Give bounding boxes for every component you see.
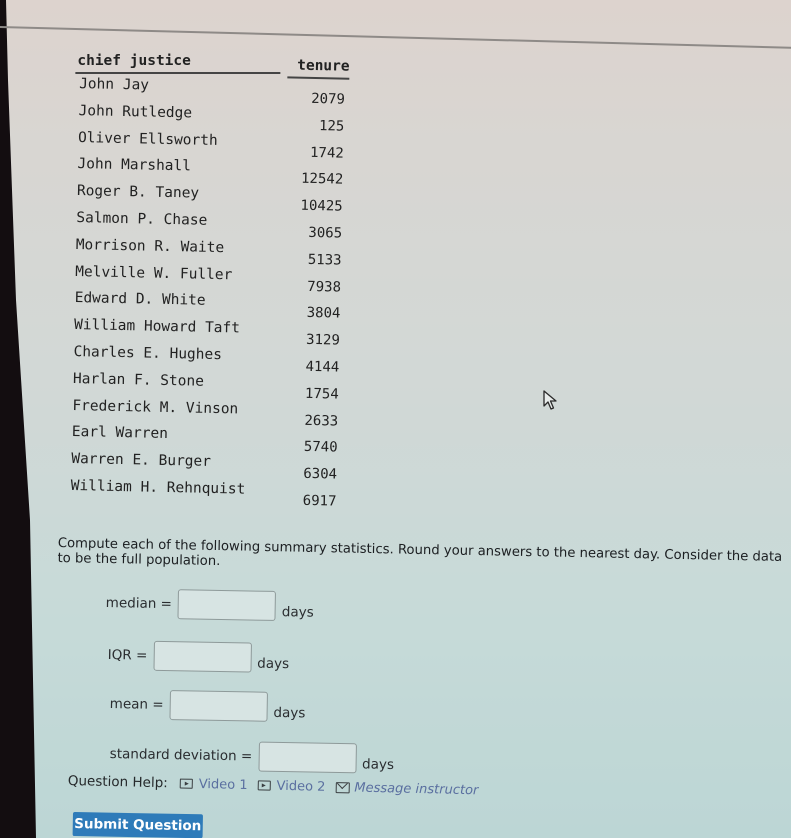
tenure-value: 1754 <box>304 385 339 403</box>
chief-justice-name: Frederick M. Vinson <box>72 397 239 418</box>
tenure-value: 3065 <box>308 224 343 242</box>
iqr-label: IQR = <box>107 646 148 664</box>
mail-icon <box>335 781 350 793</box>
tenure-value: 125 <box>318 117 345 135</box>
median-unit: days <box>281 604 314 621</box>
video-1-label: Video 1 <box>198 776 248 793</box>
tenure-value: 3129 <box>305 332 341 349</box>
instructions-text: Compute each of the following summary st… <box>57 536 783 570</box>
mean-input[interactable] <box>169 690 268 722</box>
video-2-link[interactable]: Video 2 <box>257 778 326 795</box>
video-2-label: Video 2 <box>276 778 326 795</box>
message-instructor-link[interactable]: Message instructor <box>335 780 479 798</box>
chief-justice-table: chief justice tenure John Jay 2079 John Ru… <box>66 44 350 510</box>
table-header: chief justice tenure <box>75 44 350 80</box>
chief-justice-name: William H. Rehnquist <box>70 477 246 498</box>
chief-justice-name: William Howard Taft <box>73 317 241 337</box>
iqr-input[interactable] <box>153 640 252 673</box>
table-row: William H. Rehnquist 6917 <box>66 476 341 510</box>
std-dev-label: standard deviation = <box>109 745 253 765</box>
mean-unit: days <box>273 704 306 722</box>
std-dev-input[interactable] <box>257 741 357 774</box>
chief-justice-name: Harlan F. Stone <box>72 370 205 390</box>
chief-justice-name: Morrison R. Waite <box>75 236 225 256</box>
std-dev-unit: days <box>361 756 395 773</box>
tenure-value: 12542 <box>300 171 344 189</box>
chief-justice-name: Melville W. Fuller <box>75 263 233 283</box>
tenure-value: 10425 <box>300 197 343 215</box>
mouse-cursor-icon <box>543 390 557 410</box>
question-page: chief justice tenure John Jay 2079 John Ru… <box>0 0 791 838</box>
chief-justice-name: Warren E. Burger <box>71 451 212 471</box>
video-icon <box>179 778 193 789</box>
submit-question-button[interactable]: Submit Question <box>72 812 203 838</box>
table-body: John Jay 2079 John Rutledge 125 Oliver Ellsw… <box>66 74 349 510</box>
chief-justice-name: Earl Warren <box>71 424 169 443</box>
tenure-value: 2079 <box>311 90 346 108</box>
std-dev-question: standard deviation = days <box>109 739 394 774</box>
median-input[interactable] <box>177 589 277 621</box>
median-label: median = <box>105 594 173 613</box>
tenure-value: 5740 <box>303 439 338 456</box>
question-help-label: Question Help: <box>67 773 168 792</box>
iqr-question: IQR = days <box>107 640 289 673</box>
tenure-value: 1742 <box>309 144 344 162</box>
mean-label: mean = <box>109 695 164 713</box>
chief-justice-name: Salmon P. Chase <box>76 210 208 229</box>
median-question: median = days <box>105 588 314 622</box>
video-1-link[interactable]: Video 1 <box>179 776 248 793</box>
tenure-value: 3804 <box>306 305 341 322</box>
column-header-chief-justice: chief justice <box>75 52 281 74</box>
chief-justice-name: John Rutledge <box>78 102 193 122</box>
question-help: Question Help: Video 1 Video 2 Message i… <box>68 773 489 799</box>
tenure-value: 2633 <box>304 412 339 430</box>
column-header-tenure: tenure <box>287 57 350 80</box>
message-instructor-label: Message instructor <box>354 780 479 798</box>
chief-justice-name: Charles E. Hughes <box>73 343 223 364</box>
tenure-value: 4144 <box>305 358 340 376</box>
tenure-value: 7938 <box>307 278 342 296</box>
tenure-value: 5133 <box>307 251 342 269</box>
chief-justice-name: John Marshall <box>77 156 192 175</box>
tenure-value: 6304 <box>303 466 338 483</box>
tenure-value: 6917 <box>302 492 337 510</box>
chief-justice-name: John Jay <box>78 76 150 94</box>
chief-justice-name: Roger B. Taney <box>76 183 200 202</box>
mean-question: mean = days <box>109 689 306 722</box>
video-icon <box>257 780 271 791</box>
iqr-unit: days <box>257 655 290 673</box>
chief-justice-name: Oliver Ellsworth <box>77 129 218 149</box>
chief-justice-name: Edward D. White <box>74 290 206 310</box>
